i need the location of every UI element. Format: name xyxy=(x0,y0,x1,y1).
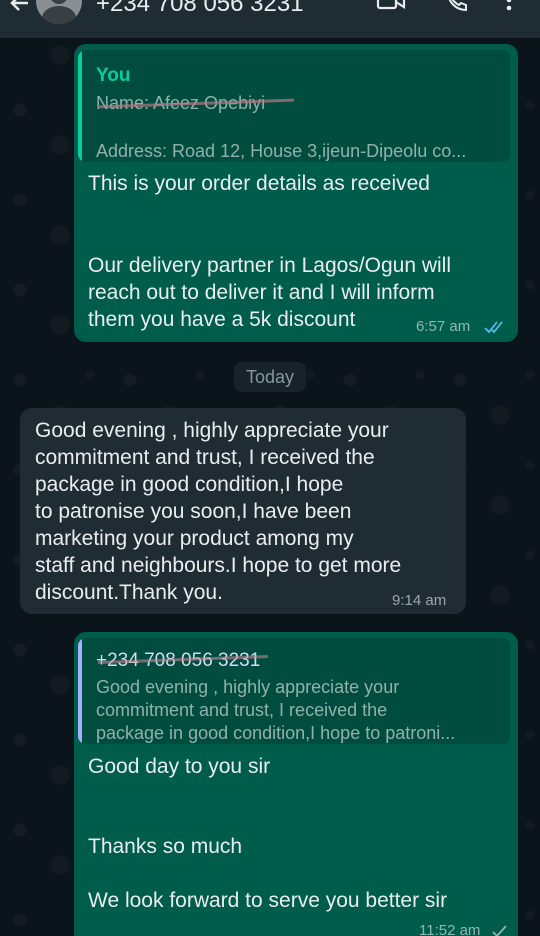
message-text-line: them you have a 5k discount xyxy=(88,308,356,331)
quote-line-1: Good evening , highly appreciate your xyxy=(96,677,400,697)
message-text-line: Good evening , highly appreciate your xyxy=(35,419,389,442)
message-text-line: reach out to deliver it and I will infor… xyxy=(88,281,435,304)
outgoing-message-bubble[interactable]: +234 708 056 3231 Good evening , highly … xyxy=(74,632,518,936)
double-check-icon xyxy=(484,321,503,334)
quote-line-2: Address: Road 12, House 3,ijeun-Dipeolu … xyxy=(96,141,467,161)
outgoing-message-bubble[interactable]: You Name: Afeez Opebiyi Address: Road 12… xyxy=(74,44,518,342)
more-options-icon[interactable] xyxy=(504,0,514,12)
message-text-line: commitment and trust, I received the xyxy=(35,446,375,469)
contact-title[interactable]: +234 708 056 3231 xyxy=(96,0,304,18)
video-call-icon[interactable] xyxy=(376,0,406,14)
quote-line-2: commitment and trust, I received the xyxy=(96,700,388,720)
message-timestamp: 11:52 am xyxy=(419,922,481,936)
avatar-body-shape xyxy=(42,6,76,24)
day-separator: Today xyxy=(234,362,306,392)
message-text-line: This is your order details as received xyxy=(88,172,430,195)
back-arrow-icon[interactable] xyxy=(4,0,34,18)
message-text-line: We look forward to serve you better sir xyxy=(88,889,448,912)
message-timestamp: 6:57 am xyxy=(416,318,471,335)
quote-author: You xyxy=(96,65,131,86)
message-text-line: Good day to you sir xyxy=(88,755,271,778)
message-text-line: Thanks so much xyxy=(88,835,243,858)
incoming-message-bubble[interactable]: Good evening , highly appreciate your co… xyxy=(20,408,466,614)
quote-accent-bar xyxy=(78,638,82,744)
quoted-message[interactable]: +234 708 056 3231 Good evening , highly … xyxy=(78,638,510,744)
message-text-line: package in good condition,I hope xyxy=(35,473,344,496)
message-timestamp: 9:14 am xyxy=(392,592,447,609)
message-text-line: discount.Thank you. xyxy=(35,581,223,604)
avatar[interactable] xyxy=(36,0,82,24)
check-icon xyxy=(492,925,507,936)
chat-header: +234 708 056 3231 xyxy=(0,0,540,38)
message-text-line: marketing your product among my xyxy=(35,527,354,550)
quoted-message[interactable]: You Name: Afeez Opebiyi Address: Road 12… xyxy=(78,50,510,162)
message-text-line: staff and neighbours.I hope to get more xyxy=(35,554,402,577)
avatar-head-shape xyxy=(50,0,68,4)
message-text-line: to patronise you soon,I have been xyxy=(35,500,352,523)
message-text-line: Our delivery partner in Lagos/Ogun will xyxy=(88,254,452,277)
voice-call-icon[interactable] xyxy=(444,0,470,14)
quote-accent-bar xyxy=(78,50,82,162)
quote-line-3: package in good condition,I hope to patr… xyxy=(96,723,456,743)
